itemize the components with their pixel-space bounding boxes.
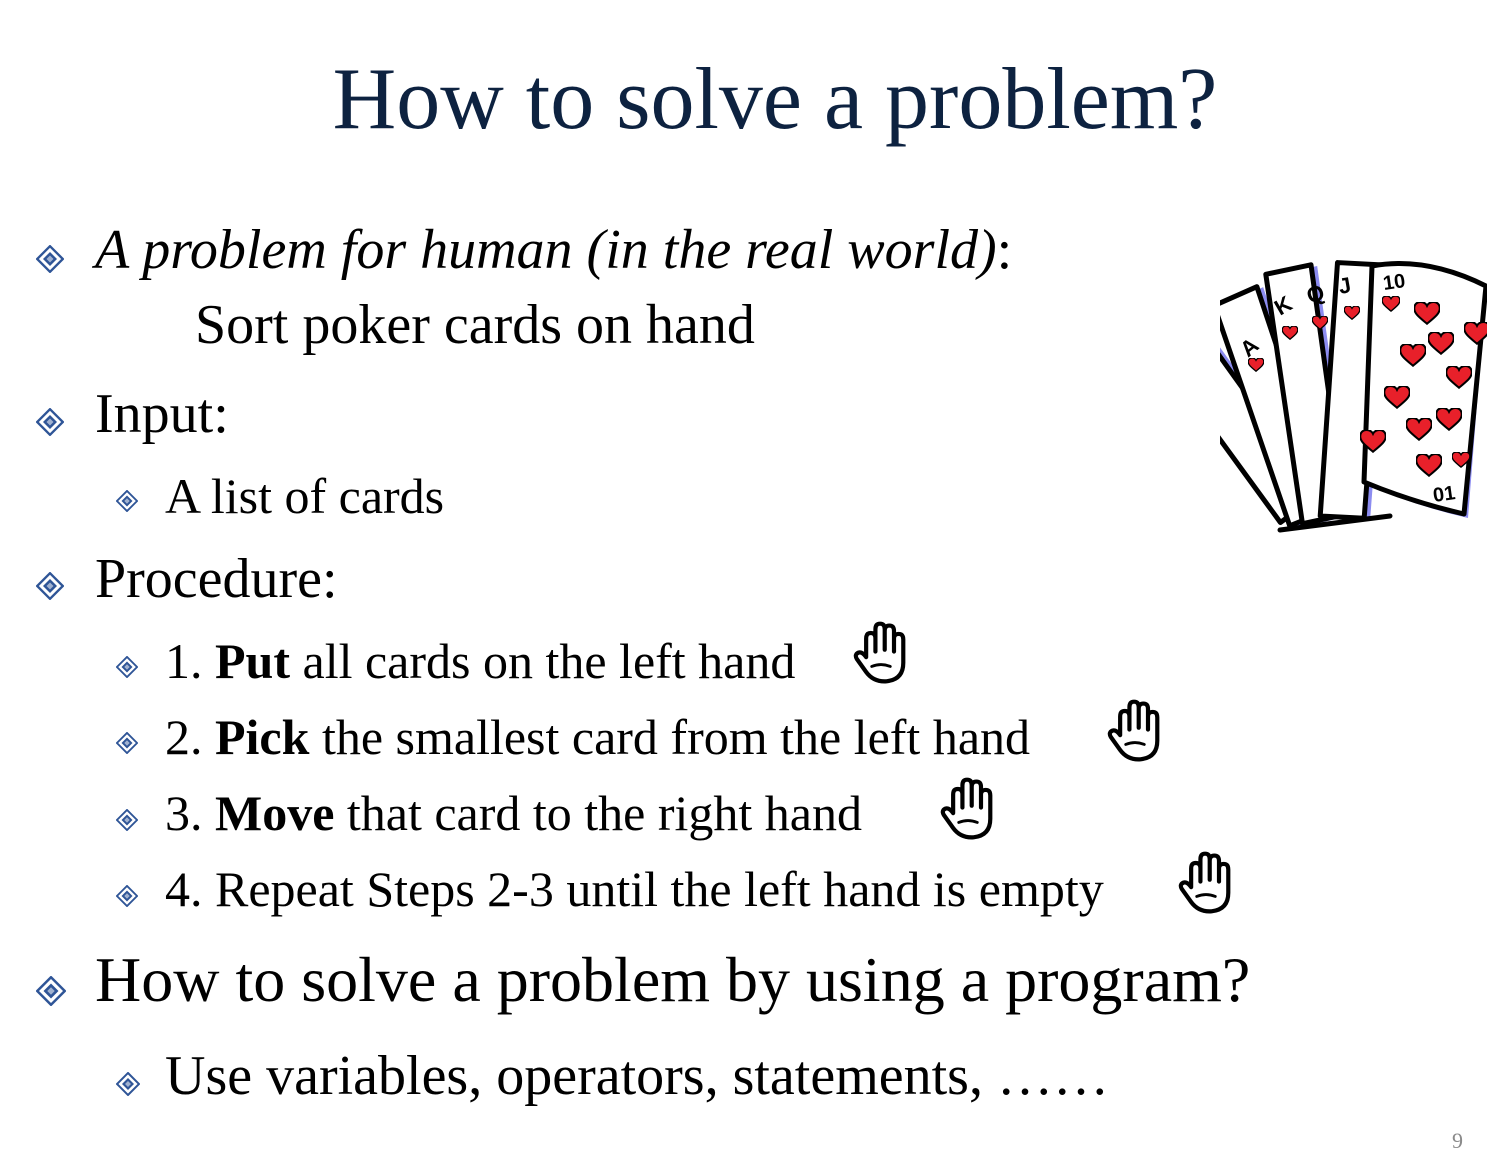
step-number: 2. [165,709,215,765]
raised-hand-icon [1178,850,1234,920]
problem-human-task: Sort poker cards on hand [195,294,755,356]
step-number: 3. [165,785,215,841]
bullet-input: Input: [95,383,229,445]
diamond-bullet-icon [116,656,138,678]
input-sub-item: A list of cards [165,468,445,524]
diamond-bullet-icon [36,408,64,436]
bullet-problem-human: A problem for human (in the real world): [95,222,1012,278]
bullet-program: How to solve a problem by using a progra… [95,944,1251,1015]
step-verb: Move [215,785,335,841]
procedure-step-3: 3. Move that card to the right hand [165,788,862,838]
card-label-10: 10 [1382,270,1407,295]
poker-cards-clipart: A K Q J 10 01 [1161,250,1487,545]
diamond-bullet-icon [36,976,66,1006]
step-text: all cards on the left hand [290,633,796,689]
procedure-step-1: 1. Put all cards on the left hand [165,636,795,686]
page-number: 9 [1452,1128,1463,1153]
bullet-procedure: Procedure: [95,548,338,610]
diamond-bullet-icon [116,490,138,512]
raised-hand-icon [853,620,909,690]
diamond-bullet-icon [116,885,138,907]
slide-title: How to solve a problem? [332,51,1218,148]
diamond-bullet-icon [36,572,64,600]
step-number: 1. [165,633,215,689]
step-text: that card to the right hand [334,785,863,841]
procedure-step-4: 4. Repeat Steps 2-3 until the left hand … [165,861,1104,917]
card-label-10-inverted: 01 [1432,482,1457,507]
step-verb: Pick [215,709,310,765]
step-text: the smallest card from the left hand [309,709,1031,765]
raised-hand-icon [940,776,996,846]
problem-human-label: A problem for human (in the real world) [95,219,997,281]
program-sub-item: Use variables, operators, statements, …… [165,1045,1109,1107]
diamond-bullet-icon [36,245,64,273]
problem-human-colon: : [996,219,1013,281]
procedure-step-2: 2. Pick the smallest card from the left … [165,712,1030,762]
diamond-bullet-icon [116,1072,140,1096]
diamond-bullet-icon [116,809,138,831]
raised-hand-icon [1107,698,1163,768]
step-verb: Put [215,633,290,689]
diamond-bullet-icon [116,732,138,754]
